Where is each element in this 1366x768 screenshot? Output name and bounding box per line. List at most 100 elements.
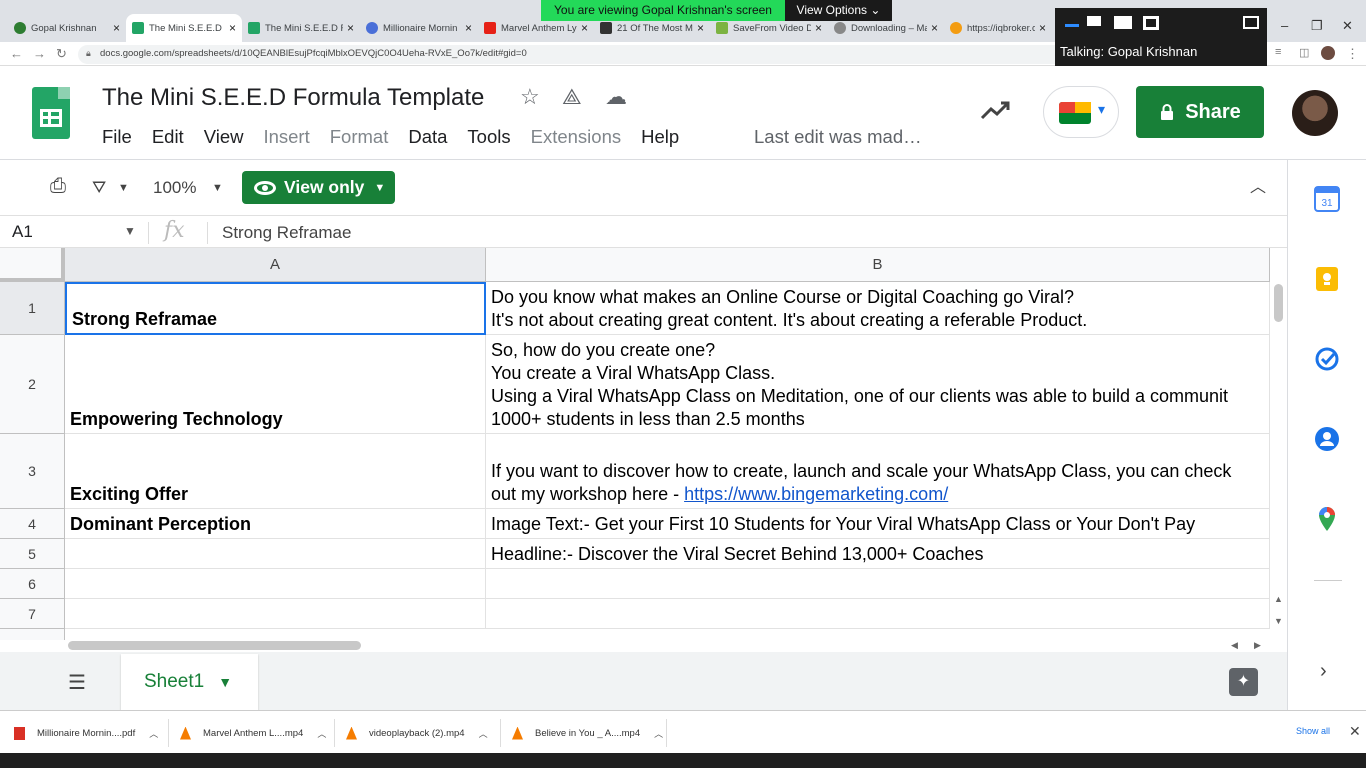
download-item[interactable]: Believe in You _ A....mp4 ︿ bbox=[512, 723, 663, 743]
scroll-right-icon[interactable]: ▶ bbox=[1254, 640, 1261, 651]
reload-icon[interactable]: ↻ bbox=[56, 46, 67, 62]
maximize-icon[interactable]: ❐ bbox=[1311, 18, 1323, 34]
cell-a1[interactable]: Strong Reframae bbox=[65, 282, 486, 335]
back-icon[interactable]: ← bbox=[10, 46, 23, 61]
more-icon[interactable]: ⋮ bbox=[1346, 46, 1359, 62]
contacts-icon[interactable] bbox=[1314, 426, 1340, 452]
column-header-a[interactable]: A bbox=[65, 248, 486, 282]
scroll-thumb[interactable] bbox=[68, 641, 361, 650]
menu-insert[interactable]: Insert bbox=[263, 126, 309, 148]
show-all-downloads-link[interactable]: Show all bbox=[1296, 726, 1330, 736]
view-options-button[interactable]: View Options ⌄ bbox=[785, 0, 892, 21]
chevron-down-icon[interactable]: ▼ bbox=[218, 674, 232, 690]
cell-b1[interactable]: Do you know what makes an Online Course … bbox=[486, 282, 1270, 335]
chevron-up-icon[interactable]: ︿ bbox=[317, 727, 326, 740]
row-header[interactable]: 3 bbox=[0, 434, 65, 509]
workshop-link[interactable]: https://www.bingemarketing.com/ bbox=[684, 484, 948, 504]
move-to-drive-icon[interactable]: ⟁ bbox=[562, 84, 582, 110]
cell-a3[interactable]: Exciting Offer bbox=[65, 434, 486, 509]
maps-icon[interactable] bbox=[1314, 506, 1340, 532]
menu-edit[interactable]: Edit bbox=[152, 126, 184, 148]
sheet-tab-sheet1[interactable]: Sheet1 ▼ bbox=[121, 654, 258, 710]
cell-b3[interactable]: If you want to discover how to create, l… bbox=[486, 434, 1270, 509]
menu-tools[interactable]: Tools bbox=[467, 126, 510, 148]
row-header[interactable]: 7 bbox=[0, 599, 65, 629]
chevron-down-icon[interactable]: ▼ bbox=[118, 182, 129, 194]
cell-b7[interactable] bbox=[486, 599, 1270, 629]
sheets-logo-icon[interactable] bbox=[32, 87, 70, 139]
select-all-corner[interactable] bbox=[0, 248, 65, 282]
cell-b5[interactable]: Headline:- Discover the Viral Secret Beh… bbox=[486, 539, 1270, 569]
close-icon[interactable]: ✕ bbox=[1349, 723, 1361, 740]
gallery-view-icon[interactable] bbox=[1114, 16, 1132, 29]
sidepanel-icon[interactable]: ◫ bbox=[1299, 46, 1309, 59]
last-edit-link[interactable]: Last edit was mad… bbox=[754, 126, 922, 148]
star-icon[interactable]: ☆ bbox=[520, 84, 540, 110]
row-header[interactable]: 6 bbox=[0, 569, 65, 599]
window-close-icon[interactable]: ✕ bbox=[1342, 18, 1353, 34]
grid-view-icon[interactable] bbox=[1143, 16, 1159, 30]
zoom-select[interactable]: 100% bbox=[153, 178, 196, 198]
cloud-status-icon[interactable]: ☁︎ bbox=[605, 84, 627, 110]
cell-a4[interactable]: Dominant Perception bbox=[65, 509, 486, 539]
chevron-right-icon[interactable]: › bbox=[1320, 660, 1327, 683]
scroll-down-icon[interactable]: ▼ bbox=[1274, 616, 1283, 626]
cell-a2[interactable]: Empowering Technology bbox=[65, 335, 486, 434]
close-icon[interactable]: × bbox=[581, 21, 588, 35]
share-button[interactable]: Share bbox=[1136, 86, 1264, 138]
cell-b4[interactable]: Image Text:- Get your First 10 Students … bbox=[486, 509, 1270, 539]
close-icon[interactable]: × bbox=[465, 21, 472, 35]
browser-tab-8[interactable]: https://iqbroker.co × bbox=[944, 14, 1052, 42]
menu-format[interactable]: Format bbox=[330, 126, 389, 148]
cell-b6[interactable] bbox=[486, 569, 1270, 599]
close-icon[interactable]: × bbox=[229, 21, 236, 35]
menu-view[interactable]: View bbox=[204, 126, 244, 148]
forward-icon[interactable]: → bbox=[33, 46, 46, 61]
horizontal-scrollbar[interactable]: ◀ ▶ bbox=[0, 640, 1287, 652]
cell-a5[interactable] bbox=[65, 539, 486, 569]
formula-input[interactable]: Strong Reframae bbox=[222, 223, 351, 243]
column-header-b[interactable]: B bbox=[486, 248, 1270, 282]
minimize-video-icon[interactable] bbox=[1065, 24, 1079, 27]
close-icon[interactable]: × bbox=[815, 21, 822, 35]
menu-help[interactable]: Help bbox=[641, 126, 679, 148]
name-box[interactable]: A1 bbox=[12, 222, 33, 242]
vertical-scrollbar[interactable]: ▲ ▼ bbox=[1270, 282, 1287, 640]
cell-a6[interactable] bbox=[65, 569, 486, 599]
download-item[interactable]: Millionaire Mornin....pdf ︿ bbox=[14, 723, 158, 743]
row-header[interactable]: 5 bbox=[0, 539, 65, 569]
scroll-left-icon[interactable]: ◀ bbox=[1231, 640, 1238, 651]
activity-trend-icon[interactable] bbox=[980, 98, 1012, 124]
minimize-icon[interactable]: – bbox=[1281, 18, 1288, 33]
close-icon[interactable]: × bbox=[697, 21, 704, 35]
calendar-icon[interactable]: 31 bbox=[1314, 186, 1340, 212]
document-title[interactable]: The Mini S.E.E.D Formula Template bbox=[102, 84, 484, 112]
chevron-down-icon[interactable]: ▼ bbox=[212, 182, 223, 194]
scroll-up-icon[interactable]: ▲ bbox=[1274, 594, 1283, 604]
meet-button[interactable]: ▾ bbox=[1043, 86, 1119, 138]
browser-tab-2[interactable]: The Mini S.E.E.D Fo × bbox=[242, 14, 360, 42]
account-avatar[interactable] bbox=[1292, 90, 1338, 136]
chevron-down-icon[interactable]: ▼ bbox=[124, 224, 136, 238]
row-header[interactable]: 4 bbox=[0, 509, 65, 539]
close-icon[interactable]: × bbox=[347, 21, 354, 35]
filter-icon[interactable]: ⛛ bbox=[92, 178, 106, 198]
close-icon[interactable]: × bbox=[931, 21, 938, 35]
print-icon[interactable]: ⎙ bbox=[50, 175, 66, 198]
chevron-up-icon[interactable]: ︿ bbox=[654, 727, 663, 740]
chevron-up-icon[interactable]: ︿ bbox=[149, 727, 158, 740]
download-item[interactable]: videoplayback (2).mp4 ︿ bbox=[346, 723, 488, 743]
cell-b2[interactable]: So, how do you create one? You create a … bbox=[486, 335, 1270, 434]
download-item[interactable]: Marvel Anthem L....mp4 ︿ bbox=[180, 723, 326, 743]
exit-fullscreen-icon[interactable] bbox=[1243, 16, 1259, 29]
browser-tab-3[interactable]: Millionaire Mornin × bbox=[360, 14, 478, 42]
close-icon[interactable]: × bbox=[1039, 21, 1046, 35]
menu-extensions[interactable]: Extensions bbox=[531, 126, 622, 148]
browser-tab-1[interactable]: The Mini S.E.E.D Fo × bbox=[126, 14, 242, 42]
explore-sparkle-icon[interactable]: ✦ bbox=[1229, 668, 1258, 696]
speaker-view-icon[interactable] bbox=[1087, 16, 1101, 26]
menu-data[interactable]: Data bbox=[408, 126, 447, 148]
scroll-thumb[interactable] bbox=[1274, 284, 1283, 322]
keep-icon[interactable] bbox=[1314, 266, 1340, 292]
cell-a7[interactable] bbox=[65, 599, 486, 629]
